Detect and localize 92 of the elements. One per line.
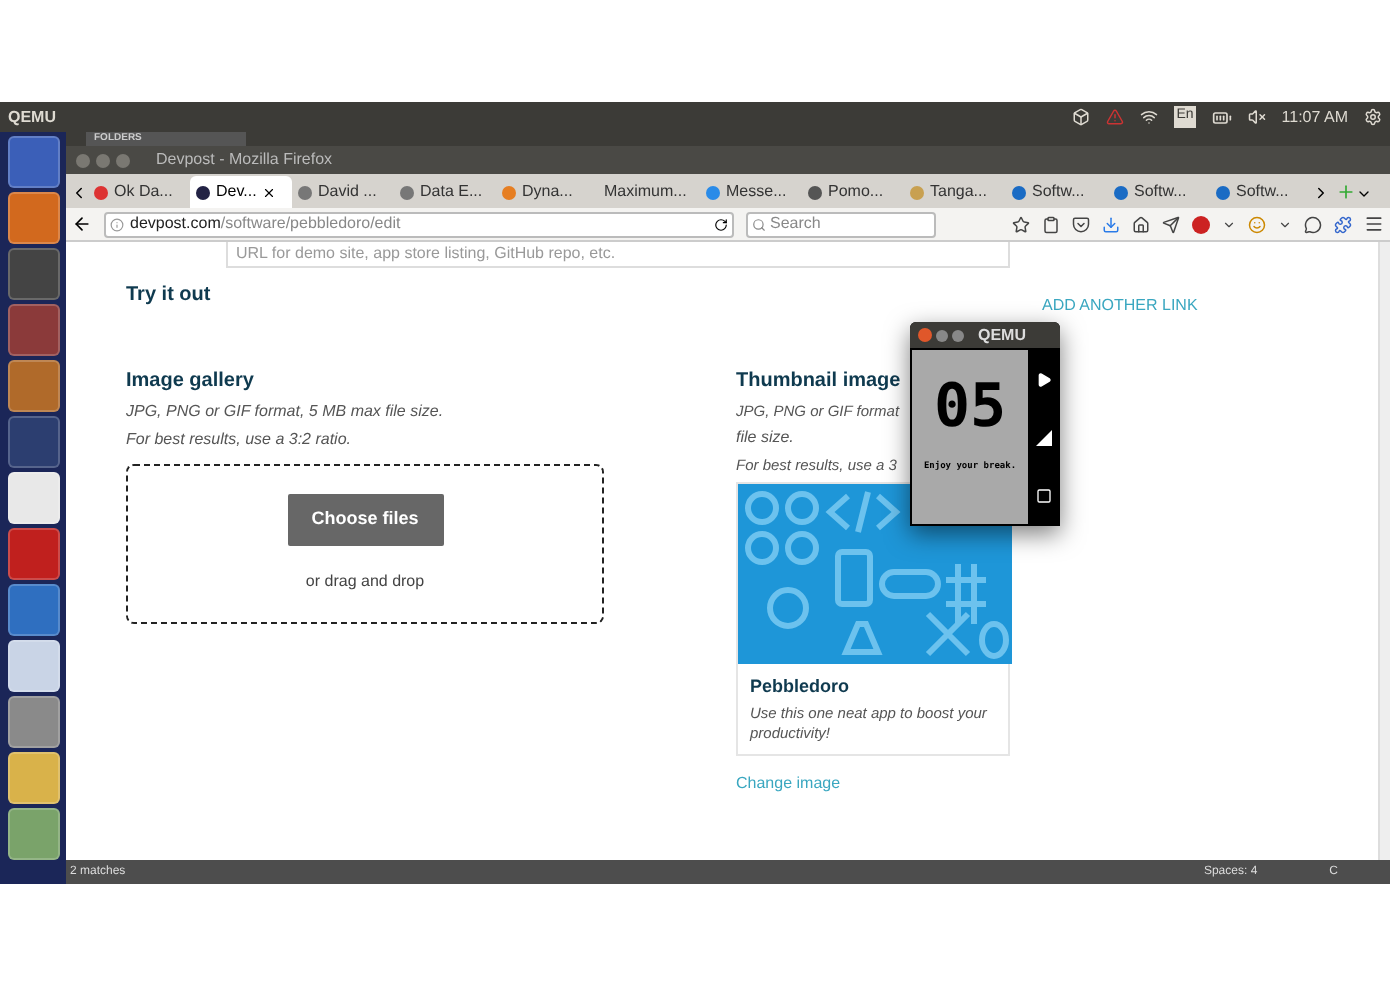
- reload-icon[interactable]: [714, 217, 728, 231]
- caret-icon[interactable]: [1222, 217, 1236, 231]
- app-icon[interactable]: [7, 696, 59, 748]
- square-icon[interactable]: [1035, 487, 1051, 503]
- tab-icon: [808, 185, 822, 199]
- tab-label: Softw...: [1134, 180, 1187, 204]
- volume-icon[interactable]: [1247, 108, 1266, 126]
- choose-files-button[interactable]: Choose files: [287, 494, 443, 546]
- tab-label: Softw...: [1032, 180, 1085, 204]
- chat-icon[interactable]: [1304, 215, 1322, 233]
- browser-tab[interactable]: Tanga...: [904, 176, 1006, 208]
- maximize-icon[interactable]: [952, 329, 964, 341]
- hint-text: For best results, use a 3:2 ratio.: [126, 428, 353, 452]
- clock[interactable]: 11:07 AM: [1281, 105, 1348, 129]
- card-title: Pebbledoro: [750, 673, 852, 699]
- tab-label: Messe...: [726, 180, 787, 204]
- tab-icon: [1216, 185, 1230, 199]
- tab-icon: [502, 185, 516, 199]
- caret-icon[interactable]: [1278, 217, 1292, 231]
- tab-label: Dev...: [216, 180, 257, 204]
- signal-icon[interactable]: [1035, 429, 1051, 445]
- address-field[interactable]: devpost.com/software/pebbledoro/edit: [104, 211, 734, 237]
- tab-icon: [706, 185, 720, 199]
- app-icon[interactable]: [7, 192, 59, 244]
- close-icon[interactable]: [262, 185, 277, 199]
- scroll-left-icon[interactable]: [70, 184, 88, 202]
- tab-icon: [298, 185, 312, 199]
- tab-label: Data E...: [420, 180, 483, 204]
- browser-tab[interactable]: Softw...: [1210, 176, 1312, 208]
- section-heading: Thumbnail image: [736, 368, 903, 396]
- drop-text: or drag and drop: [305, 570, 425, 594]
- tab-icon: [400, 185, 414, 199]
- play-icon[interactable]: [1035, 371, 1051, 387]
- url-path: /software/pebbledoro/edit: [220, 212, 401, 236]
- browser-tab[interactable]: David ...: [292, 176, 394, 208]
- timer-count: 05: [933, 378, 1007, 438]
- battery-icon[interactable]: [1211, 107, 1232, 127]
- url-host: devpost.com: [130, 212, 221, 236]
- browser-tab[interactable]: Maximum...: [598, 176, 700, 208]
- scroll-right-icon[interactable]: [1312, 184, 1330, 202]
- tab-icon: [910, 185, 924, 199]
- home-icon[interactable]: [1132, 215, 1150, 233]
- minimize-icon[interactable]: [936, 329, 948, 341]
- hint-text: file size.: [736, 426, 794, 451]
- clipboard-icon[interactable]: [1042, 215, 1060, 233]
- window-title: Devpost - Mozilla Firefox: [156, 148, 333, 172]
- download-icon[interactable]: [1102, 215, 1120, 233]
- puzzle-icon[interactable]: [1334, 215, 1352, 233]
- browser-tab[interactable]: Data E...: [394, 176, 496, 208]
- tab-label: Softw...: [1236, 180, 1289, 204]
- browser-tab[interactable]: Softw...: [1108, 176, 1210, 208]
- tab-icon: [1012, 185, 1026, 199]
- hint-text: JPG, PNG or GIF format, 5 MB max file size.: [126, 400, 446, 424]
- tab-label: David ...: [318, 180, 377, 204]
- app-icon[interactable]: [7, 752, 59, 804]
- star-icon[interactable]: [1012, 215, 1030, 233]
- browser-tab[interactable]: Ok Da...: [88, 176, 190, 208]
- app-icon[interactable]: [7, 640, 59, 692]
- panel-title: QEMU: [8, 105, 56, 129]
- browser-tab[interactable]: Pomo...: [802, 176, 904, 208]
- app-icon[interactable]: [7, 808, 59, 860]
- menu-icon[interactable]: [1364, 214, 1384, 234]
- popup-title: QEMU: [978, 323, 1026, 347]
- back-icon[interactable]: [72, 214, 92, 234]
- tab-icon: [94, 185, 108, 199]
- drop-zone[interactable]: Choose files or drag and drop: [126, 464, 604, 624]
- app-icon[interactable]: [7, 472, 59, 524]
- tab-list-icon[interactable]: [1356, 186, 1372, 202]
- tab-label: Tanga...: [930, 180, 987, 204]
- search-placeholder: Search: [770, 212, 821, 236]
- search-icon: [752, 217, 766, 231]
- pocket-icon[interactable]: [1072, 215, 1090, 233]
- tab-label: Ok Da...: [114, 180, 173, 204]
- section-heading: Try it out: [126, 281, 213, 309]
- wifi-icon[interactable]: [1140, 108, 1159, 126]
- tab-icon: [1114, 185, 1128, 199]
- info-icon[interactable]: [110, 217, 124, 231]
- box-icon[interactable]: [1072, 108, 1091, 126]
- browser-tab[interactable]: Messe...: [700, 176, 802, 208]
- browser-tab[interactable]: Dyna...: [496, 176, 598, 208]
- browser-tab[interactable]: Softw...: [1006, 176, 1108, 208]
- tab-label: Maximum...: [604, 180, 687, 204]
- search-field[interactable]: Search: [746, 211, 936, 237]
- send-icon[interactable]: [1162, 215, 1180, 233]
- browser-tab[interactable]: Dev...: [190, 176, 292, 208]
- tab-icon: [196, 185, 210, 199]
- smiley-icon[interactable]: [1248, 215, 1266, 233]
- tab-label: Dyna...: [522, 180, 573, 204]
- settings-icon[interactable]: [1364, 108, 1382, 126]
- tab-label: Pomo...: [828, 180, 884, 204]
- input-placeholder: URL for demo site, app store listing, GitHub repo, etc.: [236, 242, 616, 266]
- section-heading: Image gallery: [126, 368, 256, 396]
